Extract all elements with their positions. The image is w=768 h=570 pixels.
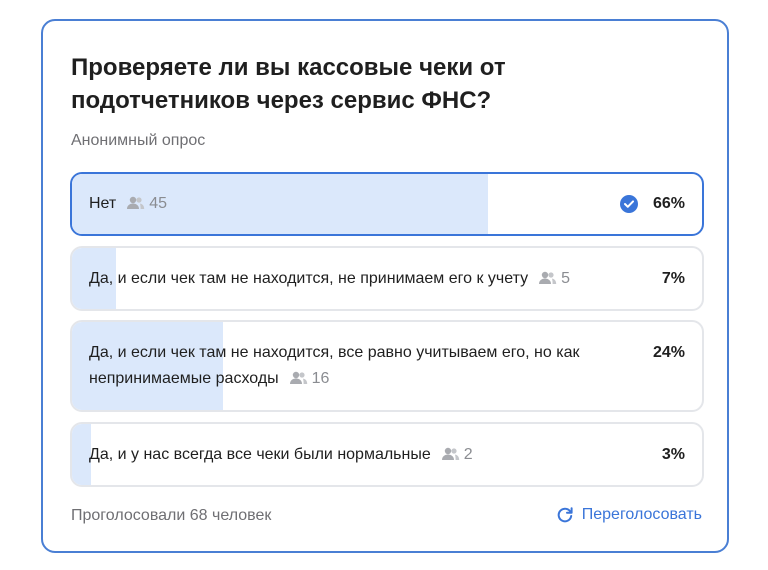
people-icon: [539, 271, 557, 284]
option-voter-count: 45: [149, 195, 168, 212]
option-percent: 7%: [661, 270, 685, 287]
check-circle-icon: [620, 195, 638, 213]
option-text: Да, и если чек там не находится, все рав…: [89, 340, 637, 392]
option-voter-count: 2: [463, 446, 473, 463]
option-percent: 3%: [661, 446, 685, 463]
option-voters: 45: [126, 195, 167, 212]
option-text: Да, и если чек там не находится, не прин…: [89, 266, 570, 292]
option-voter-count: 5: [561, 270, 571, 287]
option-voter-count: 16: [311, 370, 330, 387]
people-icon: [441, 447, 459, 460]
option-label: Да, и если чек там не находится, не прин…: [89, 270, 529, 287]
poll-subtitle: Анонимный опрос: [71, 132, 206, 149]
option-percent: 24%: [652, 344, 685, 361]
revote-label: Переголосовать: [581, 506, 702, 523]
option-label: Нет: [89, 195, 117, 212]
poll-option-4[interactable]: Да, и у нас всегда все чеки были нормаль…: [70, 422, 704, 487]
poll-option-1[interactable]: Нет 45 66%: [70, 172, 704, 236]
option-label: Да, и у нас всегда все чеки были нормаль…: [89, 446, 431, 463]
poll-option-2[interactable]: Да, и если чек там не находится, не прин…: [70, 246, 704, 311]
option-voters: 2: [441, 446, 473, 463]
option-voters: 5: [538, 270, 570, 287]
option-percent: 66%: [652, 195, 685, 212]
people-icon: [289, 371, 307, 384]
refresh-icon: [557, 507, 573, 523]
option-voters: 16: [289, 370, 330, 387]
poll-option-3[interactable]: Да, и если чек там не находится, все рав…: [70, 320, 704, 412]
revote-button[interactable]: Переголосовать: [556, 506, 702, 524]
option-text: Нет 45: [89, 191, 167, 217]
total-votes: Проголосовали 68 человек: [71, 507, 272, 524]
option-label: Да, и если чек там не находится, все рав…: [89, 344, 580, 387]
poll-card: Проверяете ли вы кассовые чеки от подотч…: [41, 19, 729, 553]
option-text: Да, и у нас всегда все чеки были нормаль…: [89, 442, 473, 468]
poll-title: Проверяете ли вы кассовые чеки от подотч…: [71, 54, 506, 114]
people-icon: [127, 196, 145, 209]
